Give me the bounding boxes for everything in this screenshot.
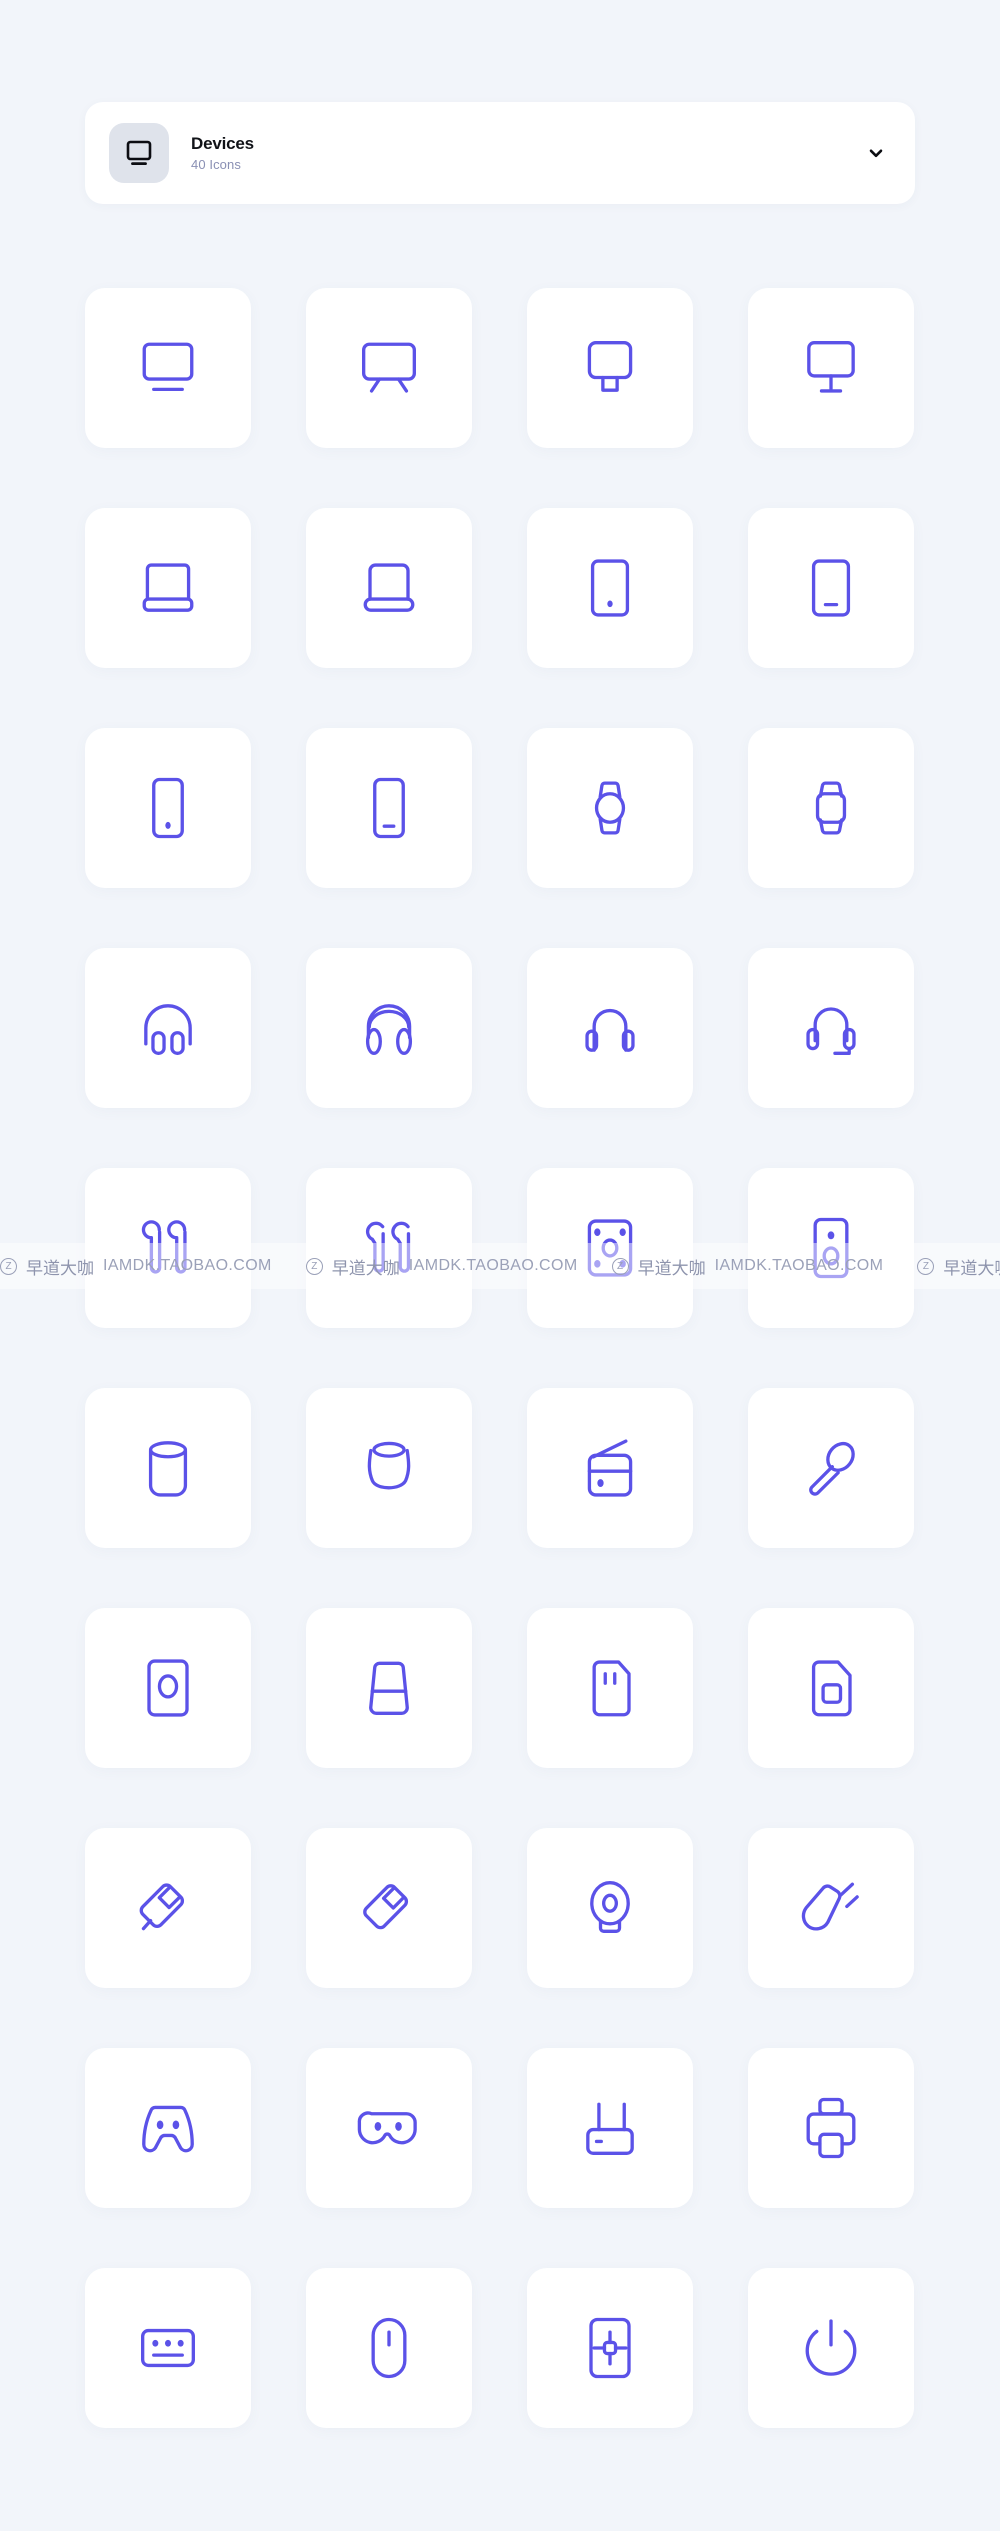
icon-card-smartwatch-round[interactable] [527, 728, 693, 888]
page-title: Devices [191, 134, 254, 153]
icon-card-usb-drive-alt[interactable] [306, 1828, 472, 1988]
icon-card-gamepad[interactable] [85, 2048, 251, 2208]
icon-card-laptop-rounded[interactable] [306, 508, 472, 668]
icon-set-page: Devices 40 Icons Z 早道大咖 IAMDK.TAOBAO.COM… [0, 0, 1000, 2531]
icon-card-earbuds[interactable] [85, 1168, 251, 1328]
icon-card-processor-chip[interactable] [527, 2268, 693, 2428]
icon-card-phone-bar[interactable] [306, 728, 472, 888]
icon-card-tablet-dot[interactable] [527, 508, 693, 668]
icon-card-printer[interactable] [748, 2048, 914, 2208]
icon-card-speaker-grid[interactable] [527, 1168, 693, 1328]
icon-card-usb-drive[interactable] [85, 1828, 251, 1988]
monitor-icon [109, 123, 169, 183]
icon-card-smartwatch-square[interactable] [748, 728, 914, 888]
icon-card-headphones-slim[interactable] [527, 948, 693, 1108]
watermark-text-cn: 早道大咖 [943, 1258, 1000, 1279]
icon-card-smart-speaker[interactable] [85, 1388, 251, 1548]
icon-card-monitor-pole-stand[interactable] [748, 288, 914, 448]
watermark-badge-icon: Z [0, 1257, 17, 1275]
icon-count-label: 40 Icons [191, 157, 241, 172]
icon-card-mouse[interactable] [306, 2268, 472, 2428]
icon-card-headphones[interactable] [85, 948, 251, 1108]
chevron-down-icon[interactable] [861, 138, 891, 168]
icon-card-external-storage[interactable] [306, 1608, 472, 1768]
icon-card-headset-mic[interactable] [748, 948, 914, 1108]
watermark-unit: Z 早道大咖 IAMDK.TAOBAO.COM [917, 1254, 1000, 1279]
icon-card-laptop[interactable] [85, 508, 251, 668]
icon-card-microphone[interactable] [748, 1388, 914, 1548]
icon-card-speaker-tower[interactable] [748, 1168, 914, 1328]
icon-card-radio[interactable] [527, 1388, 693, 1548]
icon-grid [85, 288, 915, 2428]
icon-card-monitor-stand[interactable] [527, 288, 693, 448]
icon-card-earbuds-pro[interactable] [306, 1168, 472, 1328]
icon-card-phone-dot[interactable] [85, 728, 251, 888]
watermark-text-cn: 早道大咖 [26, 1258, 94, 1279]
icon-card-disk-drive[interactable] [85, 1608, 251, 1768]
icon-card-tablet-bar[interactable] [748, 508, 914, 668]
icon-card-keyboard[interactable] [85, 2268, 251, 2428]
icon-card-vr-headset[interactable] [306, 2048, 472, 2208]
icon-card-power-button[interactable] [748, 2268, 914, 2428]
category-header-text: Devices 40 Icons [191, 134, 254, 172]
icon-card-router[interactable] [527, 2048, 693, 2208]
category-header-card[interactable]: Devices 40 Icons [85, 102, 915, 204]
icon-card-memory-card[interactable] [527, 1608, 693, 1768]
icon-card-power-plug[interactable] [748, 1828, 914, 1988]
icon-card-headphones-padded[interactable] [306, 948, 472, 1108]
icon-card-sim-card[interactable] [748, 1608, 914, 1768]
watermark-badge-icon: Z [917, 1257, 935, 1275]
icon-card-speaker-round[interactable] [306, 1388, 472, 1548]
icon-card-tv[interactable] [306, 288, 472, 448]
icon-card-webcam[interactable] [527, 1828, 693, 1988]
icon-card-monitor[interactable] [85, 288, 251, 448]
